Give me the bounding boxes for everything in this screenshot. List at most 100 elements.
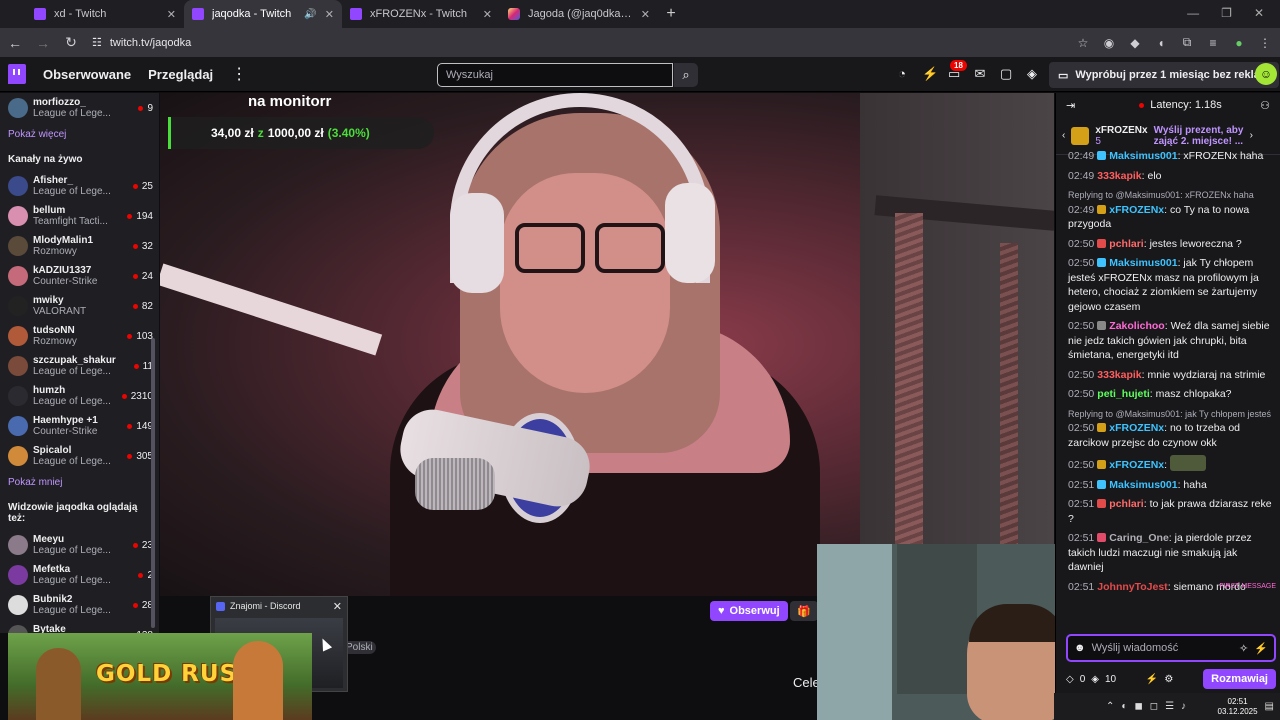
sidebar-channel[interactable]: Spicalol League of Lege... 305 [0, 441, 159, 471]
sidebar-channel[interactable]: bellum Teamfight Tacti... 194 [0, 201, 159, 231]
video-player[interactable]: na monitorr 34,00 zł z 1000,00 zł (3.40%… [160, 93, 1054, 596]
site-info-icon[interactable]: ☷ [92, 36, 102, 49]
extension-icon[interactable]: ◆ [1128, 36, 1142, 50]
chat-message[interactable]: 02:50 pchlari: jestes leworeczna ? [1068, 237, 1272, 252]
nav-following[interactable]: Obserwowane [43, 67, 131, 82]
sidebar-channel[interactable]: tudsoNN Rozmowy 103 [0, 321, 159, 351]
chat-username[interactable]: 333kapik [1097, 369, 1141, 381]
sidebar-channel[interactable]: Afisher_ League of Lege... 25 [0, 171, 159, 201]
chat-username[interactable]: Maksimus001 [1109, 257, 1177, 269]
bits-icon[interactable]: ✧ [1239, 642, 1248, 655]
prime-button[interactable]: ▭ Wypróbuj przez 1 miesiąc bez reklam [1049, 62, 1279, 88]
chat-username[interactable]: xFROZENx [1109, 459, 1164, 471]
chat-username[interactable]: Maksimus001 [1109, 479, 1177, 491]
sidebar-channel[interactable]: MlodyMalin1 Rozmowy 32 [0, 231, 159, 261]
chat-input[interactable]: ☻ Wyślij wiadomość ✧ ⚡ [1066, 634, 1276, 662]
close-tab-icon[interactable]: ✕ [483, 8, 492, 21]
back-icon[interactable]: ← [8, 35, 22, 51]
wifi-icon[interactable]: ☰ [1165, 701, 1174, 712]
chat-message[interactable]: 02:50 Zakolichoo: Weź dla samej siebie ni… [1068, 319, 1272, 363]
close-window-icon[interactable]: ✕ [1254, 6, 1264, 20]
sidebar-scrollbar[interactable] [151, 338, 155, 628]
sidebar-channel[interactable]: mwiky VALORANT 82 [0, 291, 159, 321]
sidebar-channel[interactable]: szczupak_shakur League of Lege... 11 [0, 351, 159, 381]
more-menu-icon[interactable]: ⋮ [231, 64, 247, 84]
sidebar-channel[interactable]: Bubnik2 League of Lege... 28 [0, 590, 159, 620]
mail-icon[interactable]: ✉ [974, 66, 986, 82]
chat-username[interactable]: Zakolichoo [1109, 320, 1164, 332]
reload-icon[interactable]: ↻ [64, 34, 78, 51]
channel-bonus-icon[interactable]: ◈ [1091, 674, 1099, 685]
new-tab-button[interactable]: + [658, 0, 684, 28]
browser-tab[interactable]: xd - Twitch ✕ [26, 0, 184, 28]
emote-icon[interactable]: ☻ [1074, 642, 1086, 654]
bookmark-star-icon[interactable]: ☆ [1076, 36, 1090, 50]
chat-username[interactable]: xFROZENx [1109, 422, 1164, 434]
show-more-link[interactable]: Pokaż więcej [0, 123, 159, 146]
url-field[interactable]: ☷ twitch.tv/jaqodka [92, 36, 1062, 50]
sidebar-channel[interactable]: kADZIU1337 Counter-Strike 24 [0, 261, 159, 291]
chevron-right-icon[interactable]: › [1250, 130, 1253, 141]
maximize-icon[interactable]: ❐ [1221, 6, 1232, 20]
close-preview-icon[interactable]: ✕ [333, 600, 342, 613]
reply-context[interactable]: Replying to @Maksimus001: jak Ty chłopem… [1068, 407, 1272, 422]
sidebar-channel[interactable]: Meeyu League of Lege... 23 [0, 530, 159, 560]
collapse-chat-icon[interactable]: ⇥ [1066, 99, 1075, 112]
sidebar-channel[interactable]: humzh League of Lege... 2310 [0, 381, 159, 411]
search-input[interactable]: Wyszukaj [437, 63, 673, 87]
chat-message[interactable]: 02:51 Caring_One: ja pierdole przez takic… [1068, 531, 1272, 575]
chat-message[interactable]: 02:50 xFROZENx: [1068, 455, 1272, 473]
menu-kebab-icon[interactable]: ⋮ [1258, 36, 1272, 50]
chat-message[interactable]: 02:51 pchlari: to jak prawa dziarasz reke… [1068, 497, 1272, 526]
close-tab-icon[interactable]: ✕ [167, 8, 176, 21]
activity-icon[interactable]: ◔ [896, 66, 908, 82]
chat-username[interactable]: pchlari [1109, 238, 1143, 250]
chat-message[interactable]: FIRST MESSAGE 02:51 JohnnyToJest: siemano … [1068, 580, 1276, 595]
search-icon[interactable]: ⌕ [674, 63, 698, 87]
sidebar-channel[interactable]: morfiozzo_ League of Lege... 9 [0, 93, 159, 123]
extensions-puzzle-icon[interactable]: ⧉ [1180, 35, 1194, 50]
forward-icon[interactable]: → [36, 35, 50, 51]
sidebar-channel[interactable]: BytakeLeague of Lege...128 [0, 620, 159, 633]
notification-center-icon[interactable]: ▤ [1265, 701, 1274, 712]
media-icon[interactable]: ≡ [1206, 36, 1220, 50]
profile-icon[interactable]: ● [1232, 36, 1246, 50]
sidebar-channel[interactable]: MefetkaLeague of Lege...2 [0, 560, 159, 590]
taskbar-clock[interactable]: 02:51 03.12.2025 [1218, 697, 1258, 717]
channel-points-icon[interactable]: ◇ [1066, 674, 1074, 685]
extension-icon[interactable]: ◉ [1102, 36, 1116, 50]
chat-username[interactable]: xFROZENx [1109, 204, 1164, 216]
chat-username[interactable]: pchlari [1109, 498, 1143, 510]
close-tab-icon[interactable]: ✕ [325, 8, 334, 21]
gift-cta[interactable]: Wyślij prezent, aby zająć 2. miejsce! ..… [1154, 125, 1244, 147]
tray-chevron-icon[interactable]: ⌃ [1106, 701, 1114, 712]
chat-username[interactable]: Maksimus001 [1109, 150, 1177, 162]
tray-icon[interactable]: ◻ [1150, 701, 1158, 712]
chat-username[interactable]: JohnnyToJest [1097, 581, 1167, 593]
speaker-icon[interactable]: 🔊 [304, 9, 316, 20]
chat-username[interactable]: Caring_One [1109, 532, 1169, 544]
prime-icon[interactable]: ⚡ [922, 66, 938, 82]
chat-message[interactable]: 02:50 peti_hujeti: masz chlopaka? [1068, 387, 1272, 402]
bits-icon[interactable]: ◈ [1026, 66, 1038, 82]
chat-message[interactable]: Replying to @Maksimus001: jak Ty chłopem… [1068, 407, 1272, 451]
chat-username[interactable]: 333kapik [1097, 170, 1141, 182]
chat-message[interactable]: Replying to @Maksimus001: xFROZENx haha 0… [1068, 188, 1272, 232]
browser-tab[interactable]: Jagoda (@jaq0dka) • Zdjęcia i ✕ [500, 0, 658, 28]
chat-message[interactable]: 02:50 333kapik: mnie wydziaraj na strimie [1068, 368, 1272, 383]
chat-send-button[interactable]: Rozmawiaj [1203, 669, 1276, 689]
chat-message[interactable]: 02:49 333kapik: elo [1068, 169, 1272, 184]
volume-icon[interactable]: ♪ [1181, 701, 1186, 712]
ad-banner[interactable]: GOLD RUSH [8, 633, 312, 720]
prime-icon[interactable]: ⚡ [1254, 642, 1268, 655]
reply-context[interactable]: Replying to @Maksimus001: xFROZENx haha [1068, 188, 1272, 203]
hype-icon[interactable]: ⚡ [1146, 674, 1158, 685]
extension-icon[interactable]: ◖ [1154, 36, 1168, 50]
chevron-left-icon[interactable]: ‹ [1062, 130, 1065, 141]
chat-message[interactable]: 02:49 Maksimus001: xFROZENx haha [1068, 149, 1272, 164]
chat-users-icon[interactable]: ⚇ [1260, 99, 1270, 112]
gift-sub-button[interactable]: 🎁 [790, 601, 818, 621]
tray-icon[interactable]: ◼ [1134, 701, 1142, 712]
chat-message[interactable]: 02:51 Maksimus001: haha [1068, 478, 1272, 493]
follow-button[interactable]: ♥ Obserwuj [710, 601, 788, 621]
